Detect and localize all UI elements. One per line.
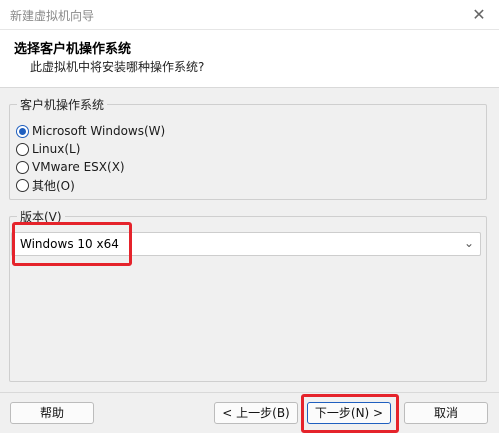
back-button[interactable]: < 上一步(B) xyxy=(214,402,298,424)
radio-vmware-esx[interactable]: VMware ESX(X) xyxy=(16,158,125,176)
radio-button[interactable] xyxy=(16,142,29,156)
radio-label: Linux(L) xyxy=(32,142,81,156)
radio-label: Microsoft Windows(W) xyxy=(32,124,166,138)
radio-linux[interactable]: Linux(L) xyxy=(16,140,80,158)
version-select-value: Windows 10 x64 xyxy=(20,237,119,251)
radio-windows[interactable]: Microsoft Windows(W) xyxy=(16,122,165,140)
next-button[interactable]: 下一步(N) > xyxy=(307,402,391,424)
radio-button-selected[interactable] xyxy=(16,124,29,138)
version-select[interactable]: Windows 10 x64 ⌄ xyxy=(11,232,481,256)
radio-button[interactable] xyxy=(16,160,29,174)
version-group-label: 版本(V) xyxy=(17,208,65,225)
wizard-header: 选择客户机操作系统 此虚拟机中将安装哪种操作系统? xyxy=(0,30,499,88)
help-button[interactable]: 帮助 xyxy=(10,402,94,424)
chevron-down-icon[interactable]: ⌄ xyxy=(464,236,474,250)
page-title: 选择客户机操作系统 xyxy=(14,42,132,57)
radio-other[interactable]: 其他(O) xyxy=(16,176,75,194)
cancel-button[interactable]: 取消 xyxy=(404,402,488,424)
footer-divider xyxy=(0,392,499,393)
title-bar: 新建虚拟机向导 ✕ xyxy=(0,0,499,30)
radio-label: 其他(O) xyxy=(32,178,75,193)
page-subtitle: 此虚拟机中将安装哪种操作系统? xyxy=(30,60,205,74)
window-title: 新建虚拟机向导 xyxy=(10,9,95,23)
radio-label: VMware ESX(X) xyxy=(32,160,125,174)
close-icon[interactable]: ✕ xyxy=(467,3,491,27)
radio-button[interactable] xyxy=(16,178,29,192)
guest-os-group-label: 客户机操作系统 xyxy=(17,96,108,113)
guest-os-group: 客户机操作系统 Microsoft Windows(W) Linux(L) VM… xyxy=(9,96,487,200)
